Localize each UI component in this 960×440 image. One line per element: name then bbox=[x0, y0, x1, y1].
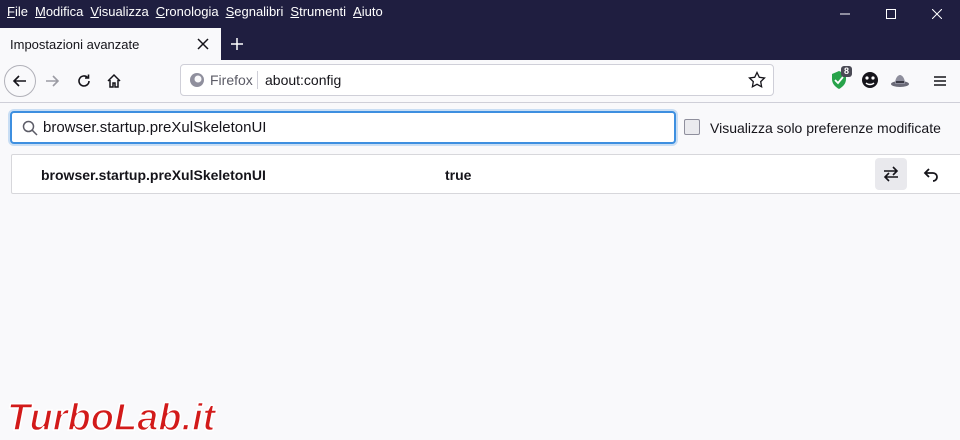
search-icon bbox=[22, 120, 38, 136]
maximize-icon bbox=[886, 9, 896, 19]
modified-only-checkbox[interactable] bbox=[684, 119, 700, 135]
close-icon bbox=[932, 9, 942, 19]
pref-value: true bbox=[445, 167, 472, 183]
menu-file[interactable]: File bbox=[7, 4, 28, 19]
menu-modifica[interactable]: Modifica bbox=[35, 4, 83, 19]
minimize-button[interactable] bbox=[822, 0, 868, 28]
forward-arrow-icon bbox=[46, 75, 60, 87]
tab-impostazioni-avanzate[interactable]: Impostazioni avanzate bbox=[0, 28, 221, 60]
identity-box[interactable]: Firefox bbox=[189, 72, 253, 88]
watermark-text: TurboLab.it bbox=[7, 397, 217, 439]
about-config-page: browser.startup.preXulSkeletonUI Visuali… bbox=[0, 103, 960, 440]
table-row: browser.startup.preXulSkeletonUI true bbox=[11, 154, 960, 194]
menu-strumenti[interactable]: Strumenti bbox=[290, 4, 346, 19]
toggle-icon bbox=[883, 166, 899, 182]
url-bar[interactable]: Firefox about:config bbox=[180, 64, 774, 96]
search-input[interactable]: browser.startup.preXulSkeletonUI bbox=[10, 111, 676, 144]
app-menu-button[interactable] bbox=[924, 65, 956, 97]
menu-aiuto[interactable]: Aiuto bbox=[353, 4, 383, 19]
hamburger-menu-icon bbox=[934, 76, 946, 86]
tab-close-icon[interactable] bbox=[195, 36, 211, 52]
menu-cronologia[interactable]: Cronologia bbox=[156, 4, 219, 19]
pref-name: browser.startup.preXulSkeletonUI bbox=[41, 167, 266, 183]
menubar: File Modifica Visualizza Cronologia Segn… bbox=[0, 0, 960, 28]
modified-only-label: Visualizza solo preferenze modificate bbox=[710, 120, 941, 136]
tab-bar: Impostazioni avanzate bbox=[0, 28, 960, 60]
close-window-button[interactable] bbox=[914, 0, 960, 28]
url-text[interactable]: about:config bbox=[265, 72, 341, 88]
search-value: browser.startup.preXulSkeletonUI bbox=[43, 119, 267, 136]
extension-badge: 8 bbox=[841, 66, 853, 77]
identity-label: Firefox bbox=[210, 72, 253, 88]
back-arrow-icon bbox=[12, 75, 26, 87]
star-icon[interactable] bbox=[748, 71, 766, 89]
reload-icon bbox=[78, 74, 90, 87]
menu-items: File Modifica Visualizza Cronologia Segn… bbox=[7, 4, 390, 19]
forward-button[interactable] bbox=[36, 65, 68, 97]
reset-button[interactable] bbox=[915, 158, 947, 190]
url-separator bbox=[257, 71, 258, 89]
face-extension-icon[interactable] bbox=[860, 70, 880, 90]
back-button[interactable] bbox=[4, 65, 36, 97]
home-icon bbox=[107, 73, 121, 88]
turbolab-watermark-logo: TurboLab.it bbox=[6, 396, 217, 440]
tab-title: Impostazioni avanzate bbox=[10, 37, 140, 52]
minimize-icon bbox=[840, 13, 850, 15]
navigation-toolbar: Firefox about:config 8 bbox=[0, 60, 960, 103]
hat-extension-icon[interactable] bbox=[890, 70, 910, 90]
new-tab-icon[interactable] bbox=[229, 36, 245, 52]
home-button[interactable] bbox=[98, 65, 130, 97]
firefox-logo-icon bbox=[190, 73, 204, 87]
maximize-button[interactable] bbox=[868, 0, 914, 28]
reload-button[interactable] bbox=[68, 65, 100, 97]
reset-icon bbox=[923, 168, 938, 182]
toggle-button[interactable] bbox=[875, 158, 907, 190]
menu-segnalibri[interactable]: Segnalibri bbox=[226, 4, 284, 19]
menu-visualizza[interactable]: Visualizza bbox=[90, 4, 148, 19]
